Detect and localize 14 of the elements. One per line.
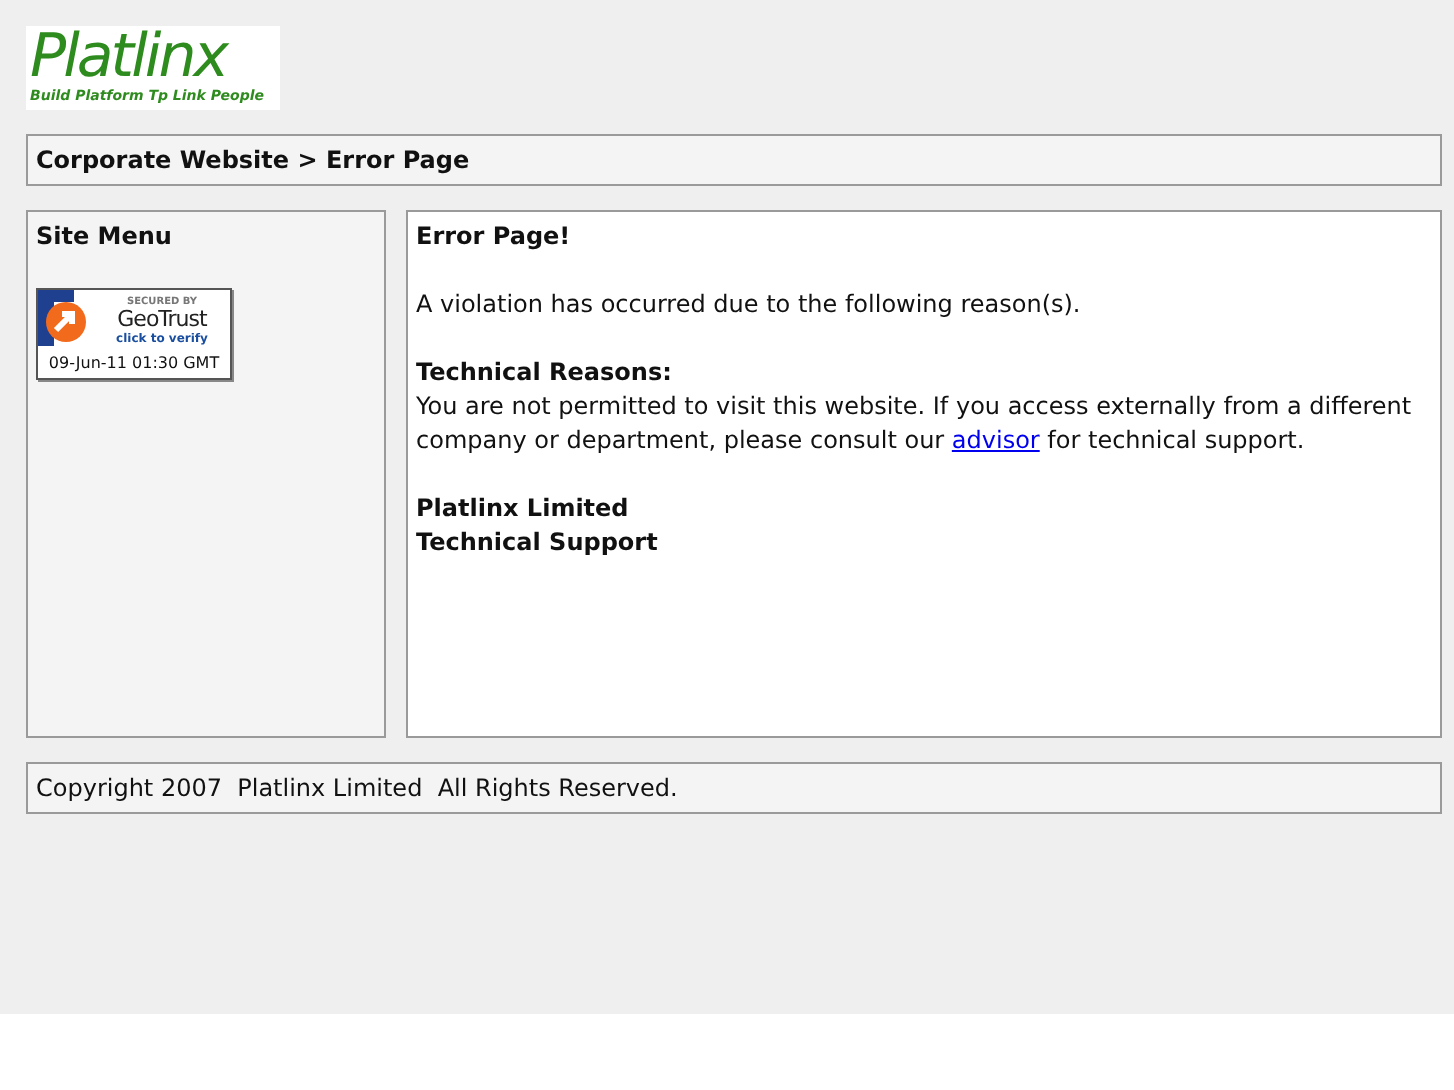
copyright-text: Copyright 2007 Platlinx Limited All Rights Reserved. xyxy=(36,774,678,802)
signature-line: Technical Support xyxy=(416,526,658,560)
advisor-link[interactable]: advisor xyxy=(951,426,1040,454)
breadcrumb: Corporate Website > Error Page xyxy=(36,146,470,174)
badge-brand: GeoTrust xyxy=(117,308,207,332)
intro-text: A violation has occurred due to the following reason(s). xyxy=(416,288,1081,322)
signature-line: Platlinx Limited xyxy=(416,492,629,526)
section-heading: Technical Reasons: xyxy=(416,356,672,390)
reason-text: You are not permitted to visit this website. If you access externally from a different company or department, please consult our advisor for technical support. xyxy=(416,390,1414,458)
page-title: Error Page! xyxy=(416,220,571,254)
badge-date: 09-Jun-11 01:30 GMT xyxy=(46,352,222,376)
logo-name: Platlinx xyxy=(30,26,227,88)
arrow-circle-icon xyxy=(38,290,90,346)
sidebar-title: Site Menu xyxy=(36,220,172,254)
